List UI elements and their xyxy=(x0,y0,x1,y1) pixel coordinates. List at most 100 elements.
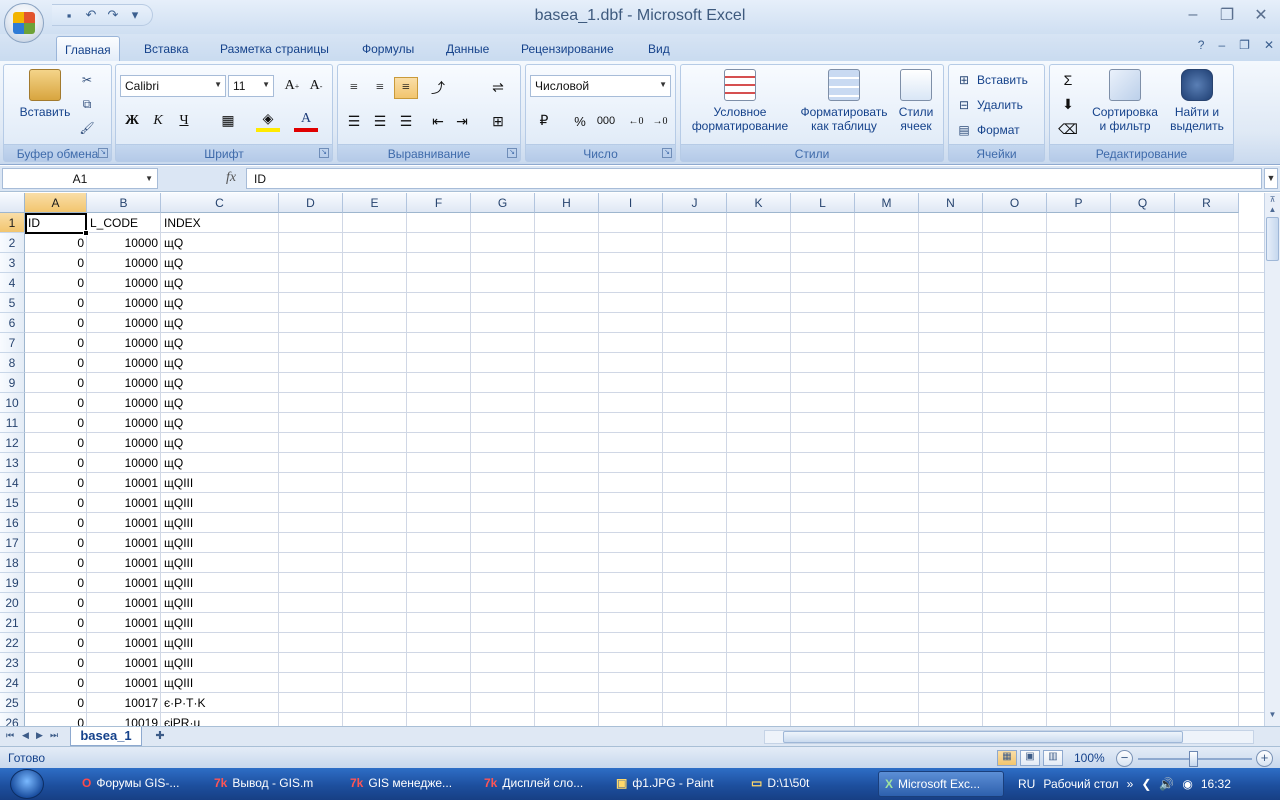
cut-icon[interactable]: ✂ xyxy=(78,71,96,89)
cell-a24[interactable]: 0 xyxy=(25,673,87,693)
spreadsheet-grid[interactable]: ABCDEFGHIJKLMNOPQR 1 2 3 4 5 6 7 8 9 10 11 12 13 14 15… xyxy=(0,193,1264,726)
taskbar-item-excel[interactable]: X Microsoft Exc... xyxy=(878,771,1004,797)
language-indicator[interactable]: RU xyxy=(1018,777,1035,791)
cell-c18[interactable]: щQIII xyxy=(161,553,279,573)
format-cells-button[interactable]: ▤ Формат xyxy=(955,119,1019,141)
cell-a10[interactable]: 0 xyxy=(25,393,87,413)
cell-a3[interactable]: 0 xyxy=(25,253,87,273)
sort-filter-button[interactable]: Сортировка и фильтр xyxy=(1086,69,1164,133)
paste-button[interactable]: Вставить xyxy=(10,69,80,119)
align-bottom-icon[interactable]: ≡ xyxy=(394,77,418,99)
cell-b6[interactable]: 10000 xyxy=(87,313,161,333)
cell-a21[interactable]: 0 xyxy=(25,613,87,633)
cell-c16[interactable]: щQIII xyxy=(161,513,279,533)
row-header[interactable]: 12 xyxy=(0,433,25,453)
zoom-in-icon[interactable]: + xyxy=(1256,750,1273,767)
toolbar-expand-icon[interactable]: » xyxy=(1127,777,1134,791)
zoom-level[interactable]: 100% xyxy=(1074,751,1105,765)
scroll-down-icon[interactable]: ▼ xyxy=(1265,710,1280,724)
insert-cells-button[interactable]: ⊞ Вставить xyxy=(955,69,1028,91)
select-all-corner[interactable] xyxy=(0,193,25,213)
cell-b22[interactable]: 10001 xyxy=(87,633,161,653)
column-header-b[interactable]: B xyxy=(87,193,161,213)
bold-button[interactable]: Ж xyxy=(120,110,144,132)
cell-b10[interactable]: 10000 xyxy=(87,393,161,413)
column-header-f[interactable]: F xyxy=(407,193,471,213)
help-icon[interactable]: ? xyxy=(1198,38,1205,52)
cell-b11[interactable]: 10000 xyxy=(87,413,161,433)
cell-a12[interactable]: 0 xyxy=(25,433,87,453)
row-header[interactable]: 11 xyxy=(0,413,25,433)
cell-a14[interactable]: 0 xyxy=(25,473,87,493)
cell-c14[interactable]: щQIII xyxy=(161,473,279,493)
column-header-p[interactable]: P xyxy=(1047,193,1111,213)
increase-decimal-icon[interactable]: ←0 xyxy=(624,110,648,132)
clock[interactable]: 16:32 xyxy=(1201,777,1231,791)
delete-cells-button[interactable]: ⊟ Удалить xyxy=(955,94,1023,116)
cell-a18[interactable]: 0 xyxy=(25,553,87,573)
column-header-a[interactable]: A xyxy=(25,193,87,213)
tray-expand-icon[interactable]: ❮ xyxy=(1141,777,1151,791)
cell-c25[interactable]: є·P·T·K xyxy=(161,693,279,713)
cell-c24[interactable]: щQIII xyxy=(161,673,279,693)
expand-formula-bar-icon[interactable]: ▼ xyxy=(1264,168,1278,189)
cell-c11[interactable]: щQ xyxy=(161,413,279,433)
cell-b17[interactable]: 10001 xyxy=(87,533,161,553)
row-header[interactable]: 26 xyxy=(0,713,25,726)
cell-b19[interactable]: 10001 xyxy=(87,573,161,593)
alignment-launcher-icon[interactable]: ↘ xyxy=(507,148,517,158)
row-header[interactable]: 2 xyxy=(0,233,25,253)
cell-a17[interactable]: 0 xyxy=(25,533,87,553)
fill-handle[interactable] xyxy=(83,230,89,236)
cell-b9[interactable]: 10000 xyxy=(87,373,161,393)
clear-icon[interactable]: ⌫ xyxy=(1056,119,1080,141)
column-header-m[interactable]: M xyxy=(855,193,919,213)
cell-a16[interactable]: 0 xyxy=(25,513,87,533)
cell-c4[interactable]: щQ xyxy=(161,273,279,293)
cell-b24[interactable]: 10001 xyxy=(87,673,161,693)
cell-b4[interactable]: 10000 xyxy=(87,273,161,293)
row-header[interactable]: 21 xyxy=(0,613,25,633)
column-header-n[interactable]: N xyxy=(919,193,983,213)
row-header[interactable]: 22 xyxy=(0,633,25,653)
page-break-view-icon[interactable]: ▥ xyxy=(1043,750,1063,766)
cell-b16[interactable]: 10001 xyxy=(87,513,161,533)
cell-b13[interactable]: 10000 xyxy=(87,453,161,473)
row-header[interactable]: 16 xyxy=(0,513,25,533)
tab-insert[interactable]: Вставка xyxy=(136,36,197,61)
next-sheet-icon[interactable]: ▶ xyxy=(36,730,43,741)
column-header-r[interactable]: R xyxy=(1175,193,1239,213)
font-color-button[interactable]: А xyxy=(294,110,318,132)
cell-b3[interactable]: 10000 xyxy=(87,253,161,273)
tab-formulas[interactable]: Формулы xyxy=(354,36,422,61)
cell-a22[interactable]: 0 xyxy=(25,633,87,653)
align-center-icon[interactable]: ☰ xyxy=(368,111,392,133)
font-launcher-icon[interactable]: ↘ xyxy=(319,148,329,158)
cell-c15[interactable]: щQIII xyxy=(161,493,279,513)
row-header[interactable]: 17 xyxy=(0,533,25,553)
cell-b14[interactable]: 10001 xyxy=(87,473,161,493)
zoom-out-icon[interactable]: − xyxy=(1116,750,1133,767)
workbook-close-icon[interactable]: ✕ xyxy=(1264,38,1274,52)
cell-a19[interactable]: 0 xyxy=(25,573,87,593)
column-header-k[interactable]: K xyxy=(727,193,791,213)
cell-b2[interactable]: 10000 xyxy=(87,233,161,253)
cell-b1[interactable]: L_CODE xyxy=(87,213,161,233)
cell-a6[interactable]: 0 xyxy=(25,313,87,333)
vertical-scroll-thumb[interactable] xyxy=(1266,217,1279,261)
column-header-j[interactable]: J xyxy=(663,193,727,213)
row-header[interactable]: 19 xyxy=(0,573,25,593)
cell-c3[interactable]: щQ xyxy=(161,253,279,273)
cell-b26[interactable]: 10019 xyxy=(87,713,161,726)
cell-b23[interactable]: 10001 xyxy=(87,653,161,673)
copy-icon[interactable]: ⧉ xyxy=(78,95,96,113)
cell-c23[interactable]: щQIII xyxy=(161,653,279,673)
conditional-formatting-button[interactable]: Условное форматирование xyxy=(685,69,795,133)
minimize-button[interactable]: – xyxy=(1180,4,1206,26)
cell-a15[interactable]: 0 xyxy=(25,493,87,513)
cell-a11[interactable]: 0 xyxy=(25,413,87,433)
row-header[interactable]: 7 xyxy=(0,333,25,353)
taskbar-item-gis-output[interactable]: 7k Вывод - GIS.m xyxy=(208,771,334,797)
row-header[interactable]: 9 xyxy=(0,373,25,393)
cell-c12[interactable]: щQ xyxy=(161,433,279,453)
